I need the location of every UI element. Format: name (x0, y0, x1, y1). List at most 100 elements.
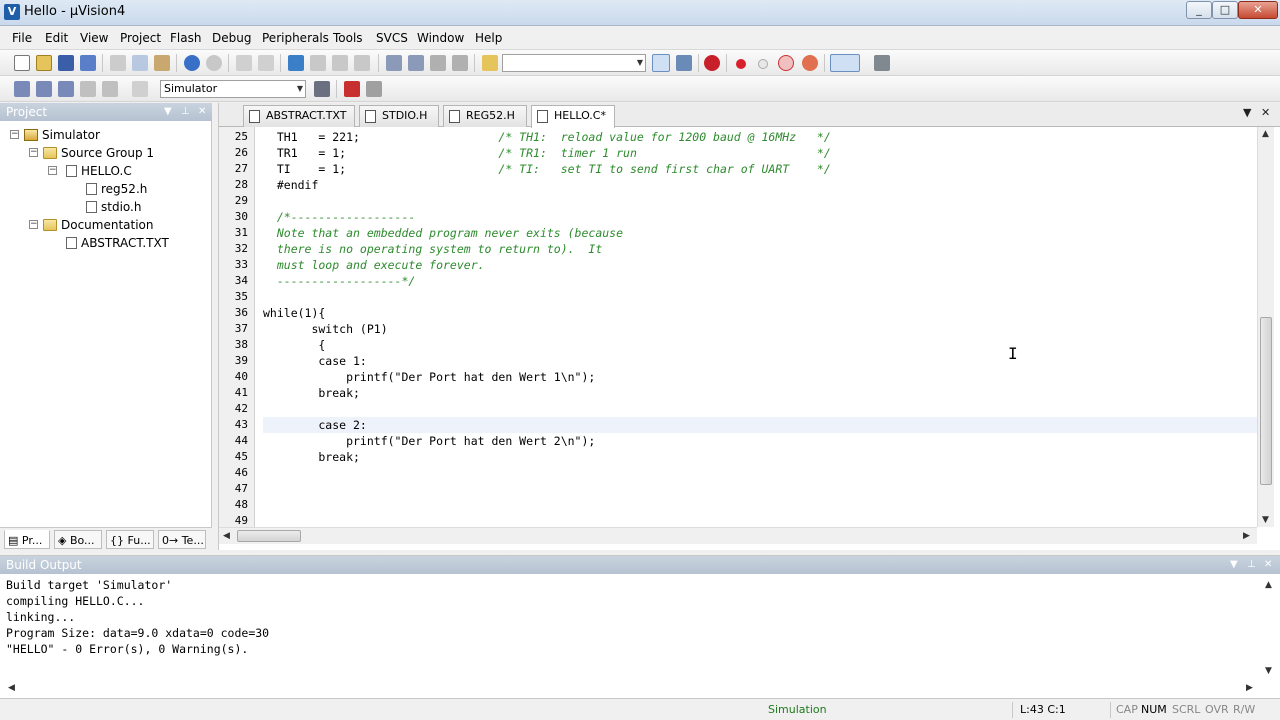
translate-icon[interactable] (14, 81, 30, 97)
paste-icon[interactable] (154, 55, 170, 71)
editor-horizontal-scrollbar[interactable]: ◀ ▶ (219, 527, 1257, 544)
panel-menu-icon[interactable]: ▼ (164, 103, 172, 121)
code-line[interactable]: break; (263, 385, 360, 401)
select-packs-icon[interactable] (366, 81, 382, 97)
disable-all-breakpoints-icon[interactable] (802, 55, 818, 71)
tree-expander[interactable]: − (48, 166, 57, 175)
menu-peripherals[interactable]: Peripherals (262, 31, 329, 45)
panel-close-icon[interactable]: ✕ (1264, 556, 1272, 574)
scroll-left-icon[interactable]: ◀ (223, 531, 230, 541)
tree-expander[interactable]: − (29, 220, 38, 229)
unindent-icon[interactable] (408, 55, 424, 71)
code-line[interactable]: must loop and execute forever. (263, 257, 485, 273)
menu-view[interactable]: View (80, 31, 108, 45)
tree-expander[interactable]: − (10, 130, 19, 139)
target-select[interactable]: Simulator ▼ (160, 80, 306, 98)
indent-icon[interactable] (386, 55, 402, 71)
menu-svcs[interactable]: SVCS (376, 31, 408, 45)
disable-breakpoint-icon[interactable] (758, 59, 768, 69)
find-combo[interactable]: ▼ (502, 54, 646, 72)
tree-item-reg52-h[interactable]: reg52.h (86, 180, 147, 198)
code-line[interactable]: printf("Der Port hat den Wert 1\n"); (263, 369, 595, 385)
scroll-down-icon[interactable]: ▼ (1265, 666, 1272, 676)
close-document-icon[interactable]: ✕ (1261, 106, 1270, 119)
cut-icon[interactable] (110, 55, 126, 71)
find-icon[interactable] (652, 54, 670, 72)
code-editor[interactable]: TH1 = 221; /* TH1: reload value for 1200… (263, 127, 1257, 527)
menu-help[interactable]: Help (475, 31, 502, 45)
menu-debug[interactable]: Debug (212, 31, 251, 45)
tree-item-simulator[interactable]: Simulator (24, 126, 100, 144)
menu-window[interactable]: Window (417, 31, 464, 45)
code-line[interactable]: { (263, 337, 325, 353)
maximize-button[interactable]: □ (1212, 1, 1238, 19)
window-layout-icon[interactable] (830, 54, 860, 72)
code-line[interactable]: switch (P1) (263, 321, 387, 337)
code-line[interactable]: #endif (263, 177, 319, 193)
tab-project[interactable]: ▤ Pr... (4, 530, 50, 549)
prev-bookmark-icon[interactable] (310, 55, 326, 71)
breakpoint-icon[interactable] (736, 59, 746, 69)
panel-menu-icon[interactable]: ▼ (1230, 556, 1238, 574)
menu-file[interactable]: File (12, 31, 32, 45)
tab-books[interactable]: ◈ Bo... (54, 530, 102, 549)
scroll-down-icon[interactable]: ▼ (1262, 515, 1269, 525)
tree-item-documentation[interactable]: Documentation (43, 216, 154, 234)
tab-functions[interactable]: {} Fu... (106, 530, 154, 549)
bookmark-icon[interactable] (288, 55, 304, 71)
fold-margin[interactable] (255, 127, 263, 527)
code-line[interactable]: Note that an embedded program never exit… (263, 225, 623, 241)
tree-item-hello-c[interactable]: HELLO.C (66, 162, 132, 180)
tab-abstract-txt[interactable]: ABSTRACT.TXT (243, 105, 355, 127)
tree-expander[interactable]: − (29, 148, 38, 157)
menu-edit[interactable]: Edit (45, 31, 68, 45)
menu-flash[interactable]: Flash (170, 31, 201, 45)
tree-item-abstract-txt[interactable]: ABSTRACT.TXT (66, 234, 169, 252)
code-line[interactable]: TR1 = 1; /* TR1: timer 1 run */ (263, 145, 831, 161)
scrollbar-thumb[interactable] (237, 530, 301, 542)
scroll-up-icon[interactable]: ▲ (1262, 129, 1269, 139)
target-options-icon[interactable] (314, 81, 330, 97)
stop-build-icon[interactable] (102, 81, 118, 97)
current-code-line[interactable]: case 2: (263, 417, 1257, 433)
scroll-up-icon[interactable]: ▲ (1265, 580, 1272, 590)
tab-list-chevron-down-icon[interactable]: ▼ (1243, 106, 1251, 119)
configure-icon[interactable] (874, 55, 890, 71)
panel-close-icon[interactable]: ✕ (198, 103, 206, 121)
tree-item-stdio-h[interactable]: stdio.h (86, 198, 141, 216)
build-icon[interactable] (36, 81, 52, 97)
tree-item-source-group[interactable]: Source Group 1 (43, 144, 154, 162)
incremental-find-icon[interactable] (676, 55, 692, 71)
clear-bookmarks-icon[interactable] (354, 55, 370, 71)
manage-components-icon[interactable] (344, 81, 360, 97)
code-line[interactable]: TH1 = 221; /* TH1: reload value for 1200… (263, 129, 831, 145)
code-line[interactable]: there is no operating system to return t… (263, 241, 602, 257)
next-bookmark-icon[interactable] (332, 55, 348, 71)
nav-forward-icon[interactable] (258, 55, 274, 71)
new-file-icon[interactable] (14, 55, 30, 71)
code-line[interactable]: case 1: (263, 353, 366, 369)
tab-templates[interactable]: 0→ Te... (158, 530, 206, 549)
undo-icon[interactable] (184, 55, 200, 71)
code-line[interactable]: while(1){ (263, 305, 325, 321)
save-icon[interactable] (58, 55, 74, 71)
code-line[interactable]: TI = 1; /* TI: set TI to send first char… (263, 161, 831, 177)
save-all-icon[interactable] (80, 55, 96, 71)
code-line[interactable]: break; (263, 449, 360, 465)
scroll-left-icon[interactable]: ◀ (8, 683, 15, 693)
code-line[interactable]: ------------------*/ (263, 273, 415, 289)
find-in-files-icon[interactable] (482, 55, 498, 71)
copy-icon[interactable] (132, 55, 148, 71)
debug-session-icon[interactable] (704, 55, 720, 71)
minimize-button[interactable]: _ (1186, 1, 1212, 19)
open-folder-icon[interactable] (36, 55, 52, 71)
download-icon[interactable] (132, 81, 148, 97)
menu-tools[interactable]: Tools (333, 31, 363, 45)
kill-breakpoints-icon[interactable] (778, 55, 794, 71)
pin-icon[interactable]: ⊥ (181, 103, 190, 121)
code-line[interactable]: printf("Der Port hat den Wert 2\n"); (263, 433, 595, 449)
scroll-right-icon[interactable]: ▶ (1246, 683, 1253, 693)
code-line[interactable]: /*------------------ (263, 209, 415, 225)
rebuild-icon[interactable] (58, 81, 74, 97)
redo-icon[interactable] (206, 55, 222, 71)
